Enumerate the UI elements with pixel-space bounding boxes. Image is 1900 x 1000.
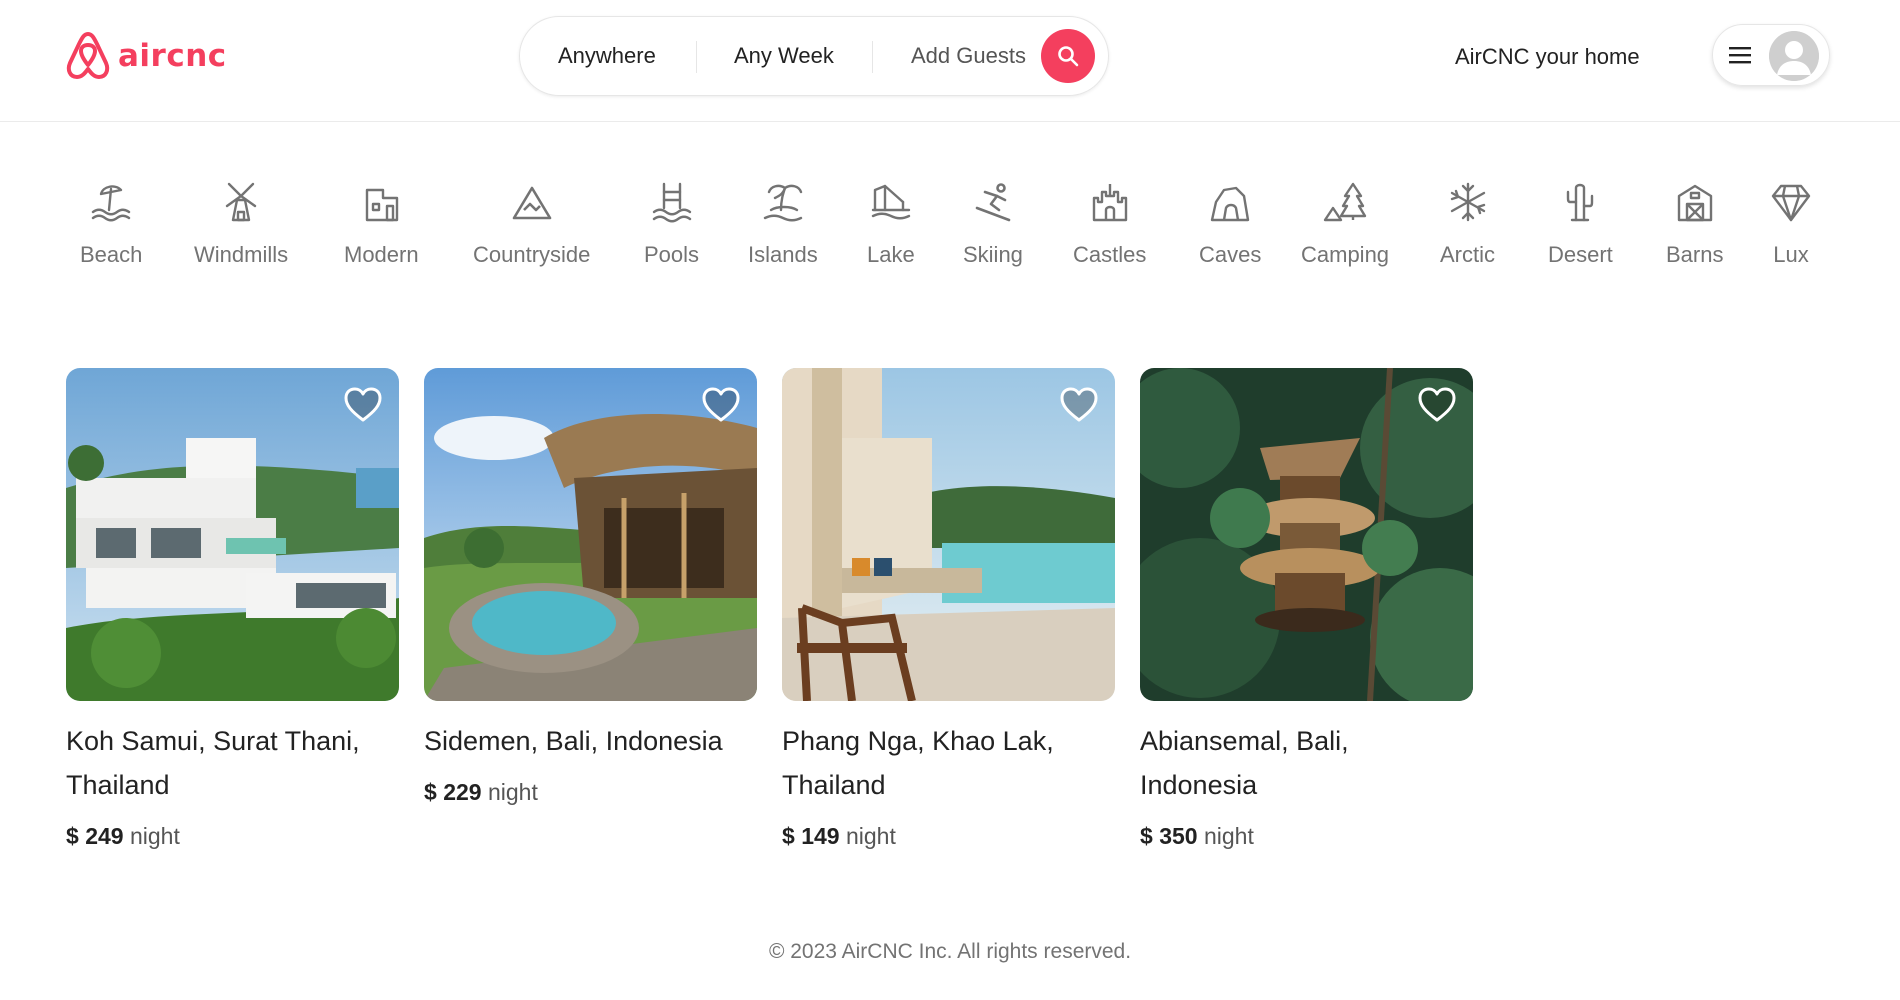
price-amount: 229 — [443, 779, 482, 805]
search-divider — [696, 41, 697, 73]
category-label: Countryside — [473, 242, 591, 267]
listing-image[interactable] — [1140, 368, 1473, 701]
category-countryside[interactable]: Countryside — [473, 180, 590, 268]
category-label: Islands — [748, 242, 818, 267]
category-castles[interactable]: Castles — [1073, 180, 1146, 268]
category-lake[interactable]: Lake — [867, 180, 915, 268]
category-label: Pools — [644, 242, 700, 267]
listing-card[interactable]: Sidemen, Bali, Indonesia $ 229 night — [424, 368, 757, 806]
category-arctic[interactable]: Arctic — [1440, 180, 1495, 268]
hamburger-menu-icon — [1729, 47, 1751, 64]
category-bar: Beach Windmills Modern Countryside Pools — [0, 180, 1900, 280]
category-barns[interactable]: Barns — [1666, 180, 1723, 268]
category-desert[interactable]: Desert — [1548, 180, 1613, 268]
price-amount: 350 — [1159, 823, 1198, 849]
user-avatar-icon — [1769, 31, 1819, 81]
cave-icon — [1210, 186, 1250, 222]
category-modern[interactable]: Modern — [344, 180, 419, 268]
price-currency: $ — [424, 779, 437, 805]
price-currency: $ — [782, 823, 795, 849]
search-icon — [1058, 46, 1079, 67]
category-label: Arctic — [1440, 242, 1495, 267]
listing-price: $ 149 night — [782, 823, 1115, 850]
price-unit: night — [129, 823, 180, 849]
price-currency: $ — [1140, 823, 1153, 849]
category-windmills[interactable]: Windmills — [194, 180, 288, 268]
user-menu-button[interactable] — [1712, 24, 1830, 86]
category-label: Castles — [1073, 242, 1147, 267]
category-label: Barns — [1666, 242, 1724, 267]
listing-card[interactable]: Koh Samui, Surat Thani, Thailand $ 249 n… — [66, 368, 399, 850]
skiing-icon — [975, 183, 1011, 222]
search-divider — [872, 41, 873, 73]
category-label: Beach — [80, 242, 143, 267]
price-unit: night — [845, 823, 896, 849]
listing-card[interactable]: Abiansemal, Bali, Indonesia $ 350 night — [1140, 368, 1473, 850]
price-currency: $ — [66, 823, 79, 849]
listing-card[interactable]: Phang Nga, Khao Lak, Thailand $ 149 nigh… — [782, 368, 1115, 850]
castle-icon — [1092, 184, 1127, 222]
category-label: Windmills — [194, 242, 289, 267]
footer-copyright: © 2023 AirCNC Inc. All rights reserved. — [768, 940, 1132, 963]
top-navbar: aircnc Anywhere Any Week Add Guests AirC… — [0, 0, 1900, 122]
category-label: Skiing — [963, 242, 1023, 267]
category-pools[interactable]: Pools — [644, 180, 699, 268]
barn-icon — [1677, 184, 1712, 222]
lake-icon — [871, 184, 911, 220]
island-icon — [763, 184, 803, 222]
cactus-icon — [1567, 183, 1594, 222]
listing-price: $ 249 night — [66, 823, 399, 850]
category-caves[interactable]: Caves — [1199, 180, 1261, 268]
category-label: Caves — [1199, 242, 1262, 267]
category-camping[interactable]: Camping — [1301, 180, 1389, 268]
search-week[interactable]: Any Week — [734, 17, 834, 95]
listing-price: $ 350 night — [1140, 823, 1473, 850]
heart-icon[interactable] — [343, 386, 383, 424]
category-label: Desert — [1548, 242, 1613, 267]
listing-price: $ 229 night — [424, 779, 757, 806]
listing-image[interactable] — [424, 368, 757, 701]
camping-icon — [1323, 182, 1367, 222]
beach-icon — [91, 185, 131, 222]
avatar — [1769, 31, 1819, 81]
category-label: Lux — [1773, 242, 1809, 267]
diamond-icon — [1771, 184, 1811, 222]
heart-icon[interactable] — [1417, 386, 1457, 424]
listing-image[interactable] — [782, 368, 1115, 701]
listing-image[interactable] — [66, 368, 399, 701]
listing-title: Phang Nga, Khao Lak, Thailand — [782, 726, 1054, 800]
search-anywhere[interactable]: Anywhere — [558, 17, 656, 95]
price-amount: 149 — [801, 823, 840, 849]
listing-title: Abiansemal, Bali, Indonesia — [1140, 726, 1349, 800]
search-button[interactable] — [1041, 29, 1095, 83]
price-unit: night — [1203, 823, 1254, 849]
logo[interactable]: aircnc — [64, 30, 227, 82]
category-skiing[interactable]: Skiing — [963, 180, 1023, 268]
heart-icon[interactable] — [701, 386, 741, 424]
category-islands[interactable]: Islands — [748, 180, 818, 268]
modern-icon — [366, 188, 399, 222]
listing-title: Koh Samui, Surat Thani, Thailand — [66, 726, 360, 800]
category-label: Lake — [867, 242, 915, 267]
pool-icon — [652, 182, 691, 223]
price-unit: night — [487, 779, 538, 805]
category-label: Camping — [1301, 242, 1390, 267]
category-label: Modern — [344, 242, 419, 267]
snowflake-icon — [1450, 182, 1485, 222]
search-bar: Anywhere Any Week Add Guests — [519, 16, 1109, 96]
category-lux[interactable]: Lux — [1769, 180, 1813, 268]
host-your-home-link[interactable]: AirCNC your home — [1455, 44, 1640, 70]
logo-text: aircnc — [118, 38, 227, 74]
mountain-icon — [512, 186, 551, 220]
windmill-icon — [225, 182, 257, 222]
heart-icon[interactable] — [1059, 386, 1099, 424]
price-amount: 249 — [85, 823, 124, 849]
listing-title: Sidemen, Bali, Indonesia — [424, 726, 723, 756]
airbnb-logo-icon — [66, 32, 110, 79]
search-guests[interactable]: Add Guests — [911, 17, 1026, 95]
category-beach[interactable]: Beach — [80, 180, 142, 268]
